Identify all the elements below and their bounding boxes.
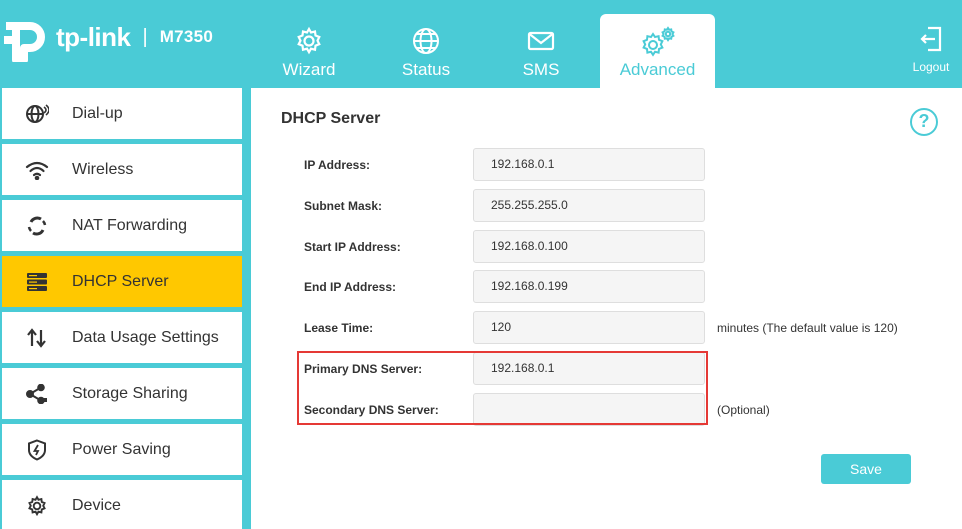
wifi-icon	[2, 160, 72, 180]
tab-advanced[interactable]: Advanced	[600, 14, 715, 88]
header: tp-link | M7350 Wizard Status SMS Advanc…	[0, 0, 962, 88]
ip-address-field[interactable]: 192.168.0.1	[473, 148, 705, 181]
logout-button[interactable]: Logout	[908, 26, 954, 74]
tab-wizard[interactable]: Wizard	[259, 14, 359, 88]
share-icon	[2, 383, 72, 404]
gear-icon	[2, 494, 72, 517]
sidebar-item-dial-up[interactable]: Dial-up	[2, 88, 242, 139]
globe-icon	[411, 26, 441, 61]
secondary-dns-hint: (Optional)	[717, 403, 770, 417]
mail-icon	[526, 26, 556, 61]
lease-time-label: Lease Time:	[304, 321, 374, 335]
end-ip-field[interactable]: 192.168.0.199	[473, 270, 705, 303]
sidebar-item-nat-forwarding[interactable]: NAT Forwarding	[2, 200, 242, 251]
tab-advanced-label: Advanced	[619, 60, 696, 79]
subnet-mask-label: Subnet Mask:	[304, 199, 383, 213]
sidebar-item-wireless[interactable]: Wireless	[2, 144, 242, 195]
sidebar-item-dhcp-server[interactable]: DHCP Server	[2, 256, 242, 307]
sidebar-item-label: Device	[72, 496, 121, 514]
brand-name: tp-link	[56, 21, 131, 52]
lease-time-hint: minutes (The default value is 120)	[717, 321, 898, 335]
tp-link-logo-icon	[4, 22, 45, 62]
sidebar-item-label: Dial-up	[72, 104, 123, 122]
sidebar-item-label: Wireless	[72, 160, 134, 178]
sidebar-item-data-usage-settings[interactable]: Data Usage Settings	[2, 312, 242, 363]
tp-link-logo: tp-link | M7350	[2, 12, 213, 62]
lease-time-field[interactable]: 120	[473, 311, 705, 344]
server-icon	[2, 272, 72, 292]
tab-status[interactable]: Status	[376, 14, 476, 88]
gears-icon	[639, 26, 677, 63]
model-name: M7350	[159, 27, 214, 46]
tab-sms-label: SMS	[522, 60, 560, 79]
gear-icon	[294, 26, 324, 61]
subnet-mask-field[interactable]: 255.255.255.0	[473, 189, 705, 222]
ip-address-label: IP Address:	[304, 158, 371, 172]
main-content: DHCP Server ? IP Address: 192.168.0.1 Su…	[251, 88, 962, 529]
logout-label: Logout	[912, 60, 950, 74]
sidebar-item-label: Data Usage Settings	[72, 328, 219, 346]
tab-status-label: Status	[401, 60, 451, 79]
sidebar-item-label: Power Saving	[72, 440, 171, 458]
sidebar-item-power-saving[interactable]: Power Saving	[2, 424, 242, 475]
brand-separator: |	[142, 25, 148, 48]
page-title: DHCP Server	[281, 110, 381, 127]
up-down-arrows-icon	[2, 327, 72, 348]
save-button[interactable]: Save	[821, 454, 911, 484]
start-ip-field[interactable]: 192.168.0.100	[473, 230, 705, 263]
help-icon[interactable]: ?	[910, 108, 938, 136]
sidebar-item-device[interactable]: Device	[2, 480, 242, 529]
end-ip-label: End IP Address:	[304, 280, 397, 294]
sidebar: Dial-up Wireless NAT Forwarding DHCP Ser…	[0, 88, 243, 529]
dns-highlight-box	[297, 351, 708, 425]
nat-icon	[2, 215, 72, 237]
sidebar-item-label: NAT Forwarding	[72, 216, 187, 234]
shield-icon	[2, 438, 72, 461]
sidebar-item-label: Storage Sharing	[72, 384, 188, 402]
start-ip-label: Start IP Address:	[304, 240, 401, 254]
globe-phone-icon	[2, 103, 72, 125]
sidebar-item-storage-sharing[interactable]: Storage Sharing	[2, 368, 242, 419]
sidebar-item-label: DHCP Server	[72, 272, 169, 290]
tab-wizard-label: Wizard	[282, 60, 336, 79]
logout-icon	[919, 26, 943, 57]
tab-sms[interactable]: SMS	[491, 14, 591, 88]
